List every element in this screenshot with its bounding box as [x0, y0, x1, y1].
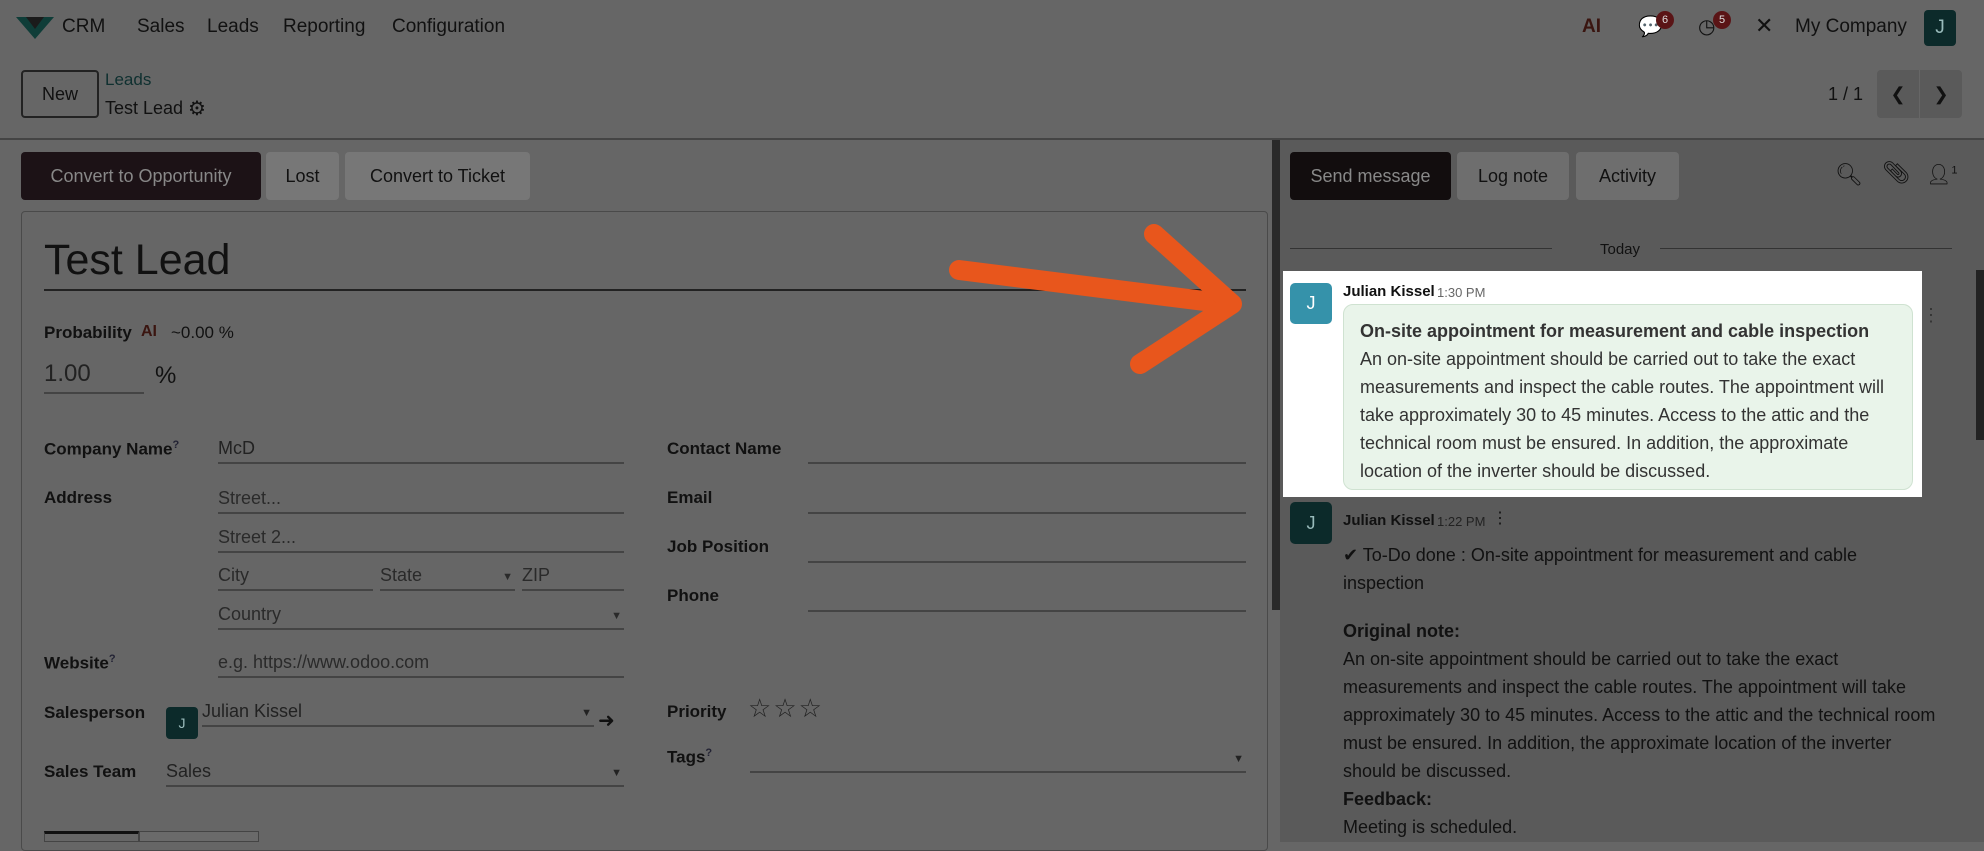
company-name-label: Company Name? — [44, 439, 180, 459]
menu-leads[interactable]: Leads — [207, 16, 259, 38]
message-body: An on-site appointment should be carried… — [1360, 349, 1884, 481]
breadcrumb-leads[interactable]: Leads — [105, 70, 151, 90]
tab-extra-info[interactable] — [139, 831, 259, 842]
ai-icon[interactable]: AI — [1582, 16, 1601, 38]
scrollbar[interactable] — [1272, 140, 1280, 610]
message-bubble: On-site appointment for measurement and … — [1343, 304, 1913, 490]
salesperson-select[interactable]: Julian Kissel ▼ — [202, 697, 594, 727]
star-icon[interactable]: ☆ — [773, 693, 798, 723]
chatter-scrollbar[interactable] — [1976, 270, 1984, 440]
phone-input[interactable] — [808, 582, 1246, 612]
priority-stars[interactable]: ☆☆☆ — [748, 693, 824, 724]
sales-team-label: Sales Team — [44, 762, 137, 781]
pager-value[interactable]: 1 / 1 — [1828, 84, 1863, 105]
company-switcher[interactable]: My Company — [1795, 16, 1907, 38]
job-position-input[interactable] — [808, 533, 1246, 563]
title-underline — [44, 289, 1246, 291]
star-icon[interactable]: ☆ — [799, 693, 824, 723]
contact-name-label: Contact Name — [667, 439, 782, 458]
author-avatar: J — [1290, 502, 1332, 544]
menu-sales[interactable]: Sales — [137, 16, 185, 38]
date-separator: Today — [1600, 241, 1641, 258]
message-actions-icon[interactable]: ⋮ — [1922, 305, 1940, 326]
probability-computed: ~0.00 % — [171, 323, 234, 342]
address-label: Address — [44, 488, 113, 507]
probability-label: Probability — [44, 323, 132, 342]
email-label: Email — [667, 488, 713, 507]
phone-label: Phone — [667, 586, 719, 605]
feedback-label: Feedback: — [1343, 789, 1433, 809]
tags-label: Tags? — [667, 747, 713, 767]
author-name[interactable]: Julian Kissel — [1343, 283, 1435, 300]
message-content: ✔ To-Do done : On-site appointment for m… — [1343, 541, 1943, 841]
activities-badge: 5 — [1713, 11, 1731, 29]
paperclip-icon[interactable]: 📎︎ — [1882, 160, 1910, 186]
tags-input[interactable]: ▼ — [750, 743, 1246, 773]
tools-icon[interactable]: ✕ — [1755, 13, 1773, 39]
crm-logo-icon[interactable] — [16, 15, 54, 41]
street2-input[interactable]: Street 2... — [218, 523, 624, 553]
lost-button[interactable]: Lost — [266, 152, 339, 200]
website-input[interactable]: e.g. https://www.odoo.com — [218, 648, 624, 678]
message-title: On-site appointment for measurement and … — [1360, 321, 1870, 341]
message-time: 1:30 PM — [1437, 285, 1486, 300]
salesperson-label: Salesperson — [44, 703, 146, 722]
original-note-body: An on-site appointment should be carried… — [1343, 649, 1936, 781]
separator-line — [1290, 248, 1552, 249]
salesperson-avatar: J — [166, 707, 198, 739]
author-name[interactable]: Julian Kissel — [1343, 512, 1435, 529]
message-time: 1:22 PM — [1437, 514, 1486, 529]
message-actions-icon[interactable]: ⋮ — [1492, 508, 1508, 528]
ai-probability-icon[interactable]: AI — [141, 323, 157, 341]
original-note-label: Original note: — [1343, 621, 1460, 641]
email-input[interactable] — [808, 484, 1246, 514]
sales-team-select[interactable]: Sales ▼ — [166, 757, 624, 787]
log-note-button[interactable]: Log note — [1457, 152, 1569, 200]
city-input[interactable]: City — [218, 561, 373, 591]
menu-reporting[interactable]: Reporting — [283, 16, 365, 38]
star-icon[interactable]: ☆ — [748, 693, 773, 723]
priority-label: Priority — [667, 702, 727, 721]
company-name-input[interactable]: McD — [218, 434, 624, 464]
activity-button[interactable]: Activity — [1576, 152, 1679, 200]
todo-done-text: ✔ To-Do done : On-site appointment for m… — [1343, 545, 1858, 593]
convert-ticket-button[interactable]: Convert to Ticket — [345, 152, 530, 200]
percent-sign: % — [155, 362, 177, 389]
feedback-text: Meeting is scheduled. — [1343, 817, 1518, 837]
menu-configuration[interactable]: Configuration — [392, 16, 505, 38]
state-select[interactable]: State ▼ — [380, 561, 515, 591]
messages-badge: 6 — [1656, 11, 1674, 29]
app-name[interactable]: CRM — [62, 16, 105, 38]
breadcrumb-current: Test Lead — [105, 98, 184, 118]
country-select[interactable]: Country ▼ — [218, 600, 624, 630]
user-avatar[interactable]: J — [1924, 10, 1956, 46]
separator-line — [1660, 248, 1952, 249]
message-highlighted: J Julian Kissel 1:30 PM On-site appointm… — [1283, 271, 1922, 497]
search-icon[interactable]: 🔍︎ — [1835, 162, 1863, 188]
navbar: CRM Sales Leads Reporting Configuration … — [0, 0, 1984, 57]
probability-input[interactable]: 1.00 — [44, 360, 144, 394]
job-position-label: Job Position — [667, 537, 769, 556]
new-button[interactable]: New — [21, 70, 99, 118]
pager-prev-button[interactable]: ❮ — [1877, 70, 1919, 118]
pager-next-button[interactable]: ❯ — [1920, 70, 1962, 118]
gear-icon[interactable]: ⚙ — [188, 96, 206, 121]
zip-input[interactable]: ZIP — [522, 561, 624, 591]
website-label: Website? — [44, 653, 116, 673]
convert-opportunity-button[interactable]: Convert to Opportunity — [21, 152, 261, 200]
followers-icon[interactable]: 👤︎1 — [1926, 162, 1958, 187]
contact-name-input[interactable] — [808, 434, 1246, 464]
tab-notes[interactable] — [44, 831, 139, 842]
author-avatar: J — [1290, 283, 1332, 324]
street-input[interactable]: Street... — [218, 484, 624, 514]
lead-title[interactable]: Test Lead — [44, 236, 230, 285]
internal-link-arrow-icon[interactable]: ➜ — [598, 708, 615, 733]
send-message-button[interactable]: Send message — [1290, 152, 1451, 200]
